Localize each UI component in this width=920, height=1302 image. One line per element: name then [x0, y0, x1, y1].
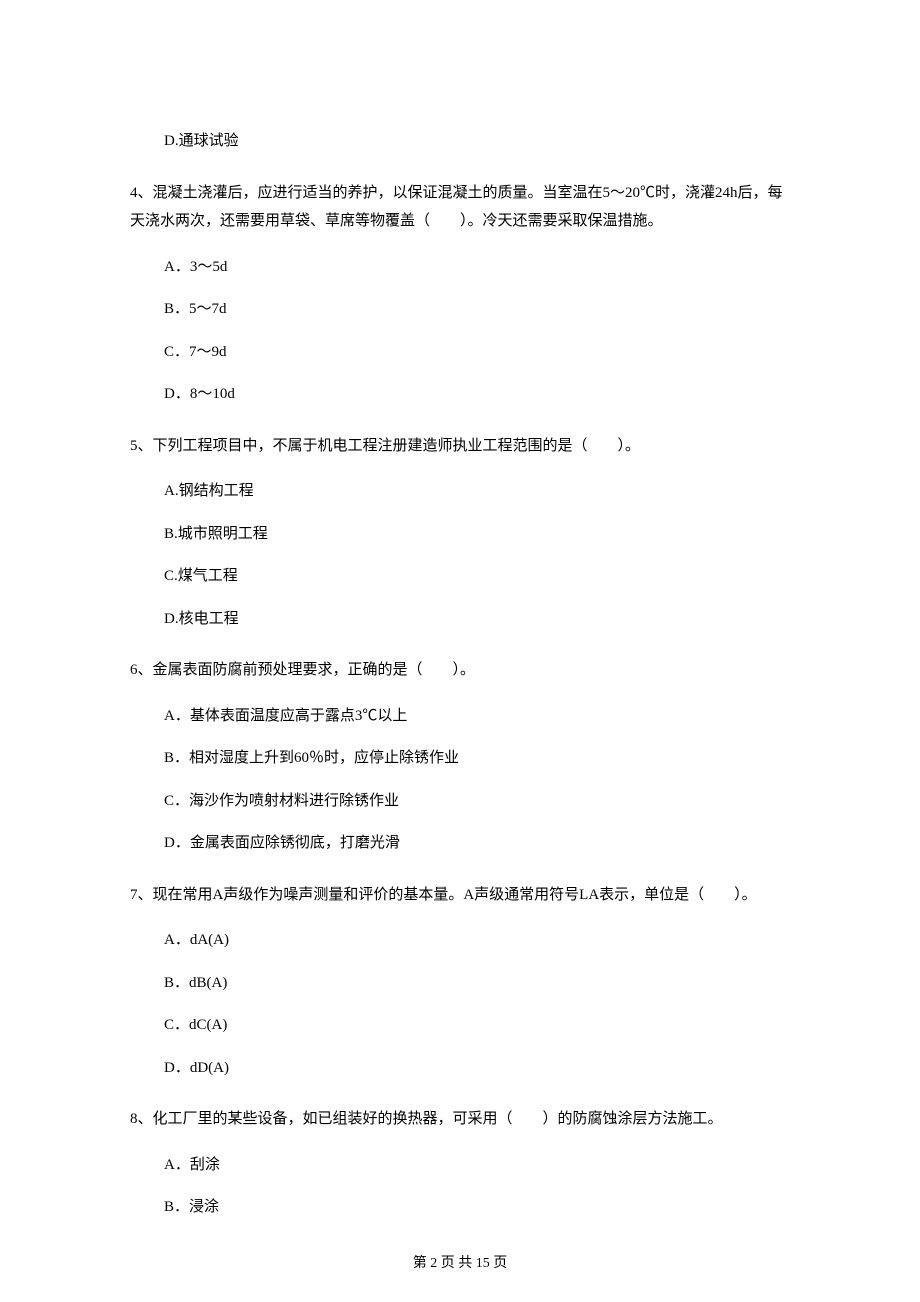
q7-option-d: D．dD(A) [164, 1057, 790, 1080]
q4-option-a: A．3～5d [164, 256, 790, 279]
q6-option-b: B．相对湿度上升到60％时，应停止除锈作业 [164, 747, 790, 770]
q8-stem: 8、化工厂里的某些设备，如已组装好的换热器，可采用（ ）的防腐蚀涂层方法施工。 [130, 1105, 790, 1134]
q4-option-c: C．7～9d [164, 341, 790, 364]
q4-option-d: D．8～10d [164, 383, 790, 406]
q8-option-a: A．刮涂 [164, 1154, 790, 1177]
q6-option-a: A．基体表面温度应高于露点3℃以上 [164, 705, 790, 728]
q6-option-c: C．海沙作为喷射材料进行除锈作业 [164, 790, 790, 813]
page-footer: 第 2 页 共 15 页 [0, 1253, 920, 1274]
q6-stem: 6、金属表面防腐前预处理要求，正确的是（ ）。 [130, 656, 790, 685]
q7-option-c: C．dC(A) [164, 1014, 790, 1037]
q5-option-c: C.煤气工程 [164, 565, 790, 588]
q6-option-d: D．金属表面应除锈彻底，打磨光滑 [164, 832, 790, 855]
q5-stem: 5、下列工程项目中，不属于机电工程注册建造师执业工程范围的是（ ）。 [130, 432, 790, 461]
q7-option-b: B．dB(A) [164, 972, 790, 995]
q8-option-b: B．浸涂 [164, 1196, 790, 1219]
q5-option-a: A.钢结构工程 [164, 480, 790, 503]
q4-option-b: B．5～7d [164, 298, 790, 321]
q3-option-d: D.通球试验 [164, 130, 790, 153]
q7-stem: 7、现在常用A声级作为噪声测量和评价的基本量。A声级通常用符号LA表示，单位是（… [130, 881, 790, 910]
q5-option-d: D.核电工程 [164, 608, 790, 631]
q5-option-b: B.城市照明工程 [164, 523, 790, 546]
q4-stem: 4、混凝土浇灌后，应进行适当的养护，以保证混凝土的质量。当室温在5～20℃时，浇… [130, 179, 790, 236]
q7-option-a: A．dA(A) [164, 929, 790, 952]
